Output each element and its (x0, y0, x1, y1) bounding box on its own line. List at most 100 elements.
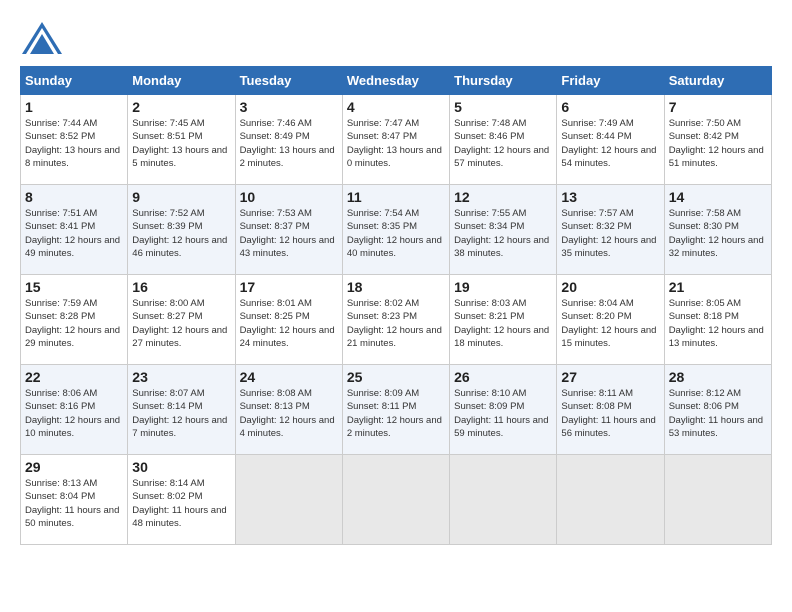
calendar-cell: 3 Sunrise: 7:46 AM Sunset: 8:49 PM Dayli… (235, 95, 342, 185)
calendar-cell: 16 Sunrise: 8:00 AM Sunset: 8:27 PM Dayl… (128, 275, 235, 365)
calendar-cell: 1 Sunrise: 7:44 AM Sunset: 8:52 PM Dayli… (21, 95, 128, 185)
calendar-cell: 19 Sunrise: 8:03 AM Sunset: 8:21 PM Dayl… (450, 275, 557, 365)
day-info: Sunrise: 8:02 AM Sunset: 8:23 PM Dayligh… (347, 297, 445, 350)
calendar-cell: 25 Sunrise: 8:09 AM Sunset: 8:11 PM Dayl… (342, 365, 449, 455)
calendar-cell: 26 Sunrise: 8:10 AM Sunset: 8:09 PM Dayl… (450, 365, 557, 455)
day-number: 11 (347, 189, 445, 205)
day-number: 1 (25, 99, 123, 115)
day-number: 23 (132, 369, 230, 385)
weekday-header-saturday: Saturday (664, 67, 771, 95)
calendar-cell: 29 Sunrise: 8:13 AM Sunset: 8:04 PM Dayl… (21, 455, 128, 545)
day-number: 16 (132, 279, 230, 295)
day-number: 27 (561, 369, 659, 385)
calendar-cell: 9 Sunrise: 7:52 AM Sunset: 8:39 PM Dayli… (128, 185, 235, 275)
calendar-cell: 22 Sunrise: 8:06 AM Sunset: 8:16 PM Dayl… (21, 365, 128, 455)
day-number: 30 (132, 459, 230, 475)
day-number: 12 (454, 189, 552, 205)
calendar-cell (450, 455, 557, 545)
day-number: 25 (347, 369, 445, 385)
day-number: 29 (25, 459, 123, 475)
day-info: Sunrise: 7:50 AM Sunset: 8:42 PM Dayligh… (669, 117, 767, 170)
calendar-cell: 27 Sunrise: 8:11 AM Sunset: 8:08 PM Dayl… (557, 365, 664, 455)
day-number: 4 (347, 99, 445, 115)
day-number: 6 (561, 99, 659, 115)
calendar-cell: 13 Sunrise: 7:57 AM Sunset: 8:32 PM Dayl… (557, 185, 664, 275)
weekday-header-thursday: Thursday (450, 67, 557, 95)
day-number: 7 (669, 99, 767, 115)
calendar-cell: 5 Sunrise: 7:48 AM Sunset: 8:46 PM Dayli… (450, 95, 557, 185)
day-number: 17 (240, 279, 338, 295)
day-info: Sunrise: 7:46 AM Sunset: 8:49 PM Dayligh… (240, 117, 338, 170)
day-info: Sunrise: 7:45 AM Sunset: 8:51 PM Dayligh… (132, 117, 230, 170)
day-info: Sunrise: 8:13 AM Sunset: 8:04 PM Dayligh… (25, 477, 123, 530)
calendar-cell: 18 Sunrise: 8:02 AM Sunset: 8:23 PM Dayl… (342, 275, 449, 365)
day-info: Sunrise: 8:10 AM Sunset: 8:09 PM Dayligh… (454, 387, 552, 440)
calendar-cell: 17 Sunrise: 8:01 AM Sunset: 8:25 PM Dayl… (235, 275, 342, 365)
day-number: 5 (454, 99, 552, 115)
day-info: Sunrise: 8:11 AM Sunset: 8:08 PM Dayligh… (561, 387, 659, 440)
calendar-cell: 23 Sunrise: 8:07 AM Sunset: 8:14 PM Dayl… (128, 365, 235, 455)
day-number: 2 (132, 99, 230, 115)
calendar-cell: 11 Sunrise: 7:54 AM Sunset: 8:35 PM Dayl… (342, 185, 449, 275)
weekday-header-wednesday: Wednesday (342, 67, 449, 95)
calendar-cell (235, 455, 342, 545)
day-number: 15 (25, 279, 123, 295)
calendar-cell: 24 Sunrise: 8:08 AM Sunset: 8:13 PM Dayl… (235, 365, 342, 455)
day-info: Sunrise: 8:06 AM Sunset: 8:16 PM Dayligh… (25, 387, 123, 440)
weekday-header-tuesday: Tuesday (235, 67, 342, 95)
weekday-header-monday: Monday (128, 67, 235, 95)
calendar-cell: 12 Sunrise: 7:55 AM Sunset: 8:34 PM Dayl… (450, 185, 557, 275)
day-number: 21 (669, 279, 767, 295)
day-info: Sunrise: 7:59 AM Sunset: 8:28 PM Dayligh… (25, 297, 123, 350)
day-info: Sunrise: 7:53 AM Sunset: 8:37 PM Dayligh… (240, 207, 338, 260)
day-number: 26 (454, 369, 552, 385)
calendar-cell (664, 455, 771, 545)
day-info: Sunrise: 7:44 AM Sunset: 8:52 PM Dayligh… (25, 117, 123, 170)
calendar-cell: 7 Sunrise: 7:50 AM Sunset: 8:42 PM Dayli… (664, 95, 771, 185)
day-number: 10 (240, 189, 338, 205)
day-info: Sunrise: 7:58 AM Sunset: 8:30 PM Dayligh… (669, 207, 767, 260)
day-number: 19 (454, 279, 552, 295)
day-info: Sunrise: 7:54 AM Sunset: 8:35 PM Dayligh… (347, 207, 445, 260)
calendar-table: SundayMondayTuesdayWednesdayThursdayFrid… (20, 66, 772, 545)
day-number: 18 (347, 279, 445, 295)
day-number: 20 (561, 279, 659, 295)
calendar-cell (342, 455, 449, 545)
day-info: Sunrise: 7:48 AM Sunset: 8:46 PM Dayligh… (454, 117, 552, 170)
day-number: 24 (240, 369, 338, 385)
calendar-cell: 6 Sunrise: 7:49 AM Sunset: 8:44 PM Dayli… (557, 95, 664, 185)
calendar-cell (557, 455, 664, 545)
day-info: Sunrise: 8:14 AM Sunset: 8:02 PM Dayligh… (132, 477, 230, 530)
day-info: Sunrise: 7:55 AM Sunset: 8:34 PM Dayligh… (454, 207, 552, 260)
calendar-cell: 4 Sunrise: 7:47 AM Sunset: 8:47 PM Dayli… (342, 95, 449, 185)
day-info: Sunrise: 7:47 AM Sunset: 8:47 PM Dayligh… (347, 117, 445, 170)
day-info: Sunrise: 8:09 AM Sunset: 8:11 PM Dayligh… (347, 387, 445, 440)
day-info: Sunrise: 8:03 AM Sunset: 8:21 PM Dayligh… (454, 297, 552, 350)
day-number: 8 (25, 189, 123, 205)
calendar-cell: 10 Sunrise: 7:53 AM Sunset: 8:37 PM Dayl… (235, 185, 342, 275)
calendar-cell: 28 Sunrise: 8:12 AM Sunset: 8:06 PM Dayl… (664, 365, 771, 455)
day-number: 28 (669, 369, 767, 385)
day-number: 9 (132, 189, 230, 205)
day-info: Sunrise: 8:12 AM Sunset: 8:06 PM Dayligh… (669, 387, 767, 440)
day-number: 14 (669, 189, 767, 205)
day-info: Sunrise: 8:01 AM Sunset: 8:25 PM Dayligh… (240, 297, 338, 350)
day-info: Sunrise: 8:07 AM Sunset: 8:14 PM Dayligh… (132, 387, 230, 440)
calendar-cell: 8 Sunrise: 7:51 AM Sunset: 8:41 PM Dayli… (21, 185, 128, 275)
day-number: 3 (240, 99, 338, 115)
page-header (20, 20, 772, 56)
calendar-cell: 2 Sunrise: 7:45 AM Sunset: 8:51 PM Dayli… (128, 95, 235, 185)
day-info: Sunrise: 8:00 AM Sunset: 8:27 PM Dayligh… (132, 297, 230, 350)
day-info: Sunrise: 8:08 AM Sunset: 8:13 PM Dayligh… (240, 387, 338, 440)
day-info: Sunrise: 7:51 AM Sunset: 8:41 PM Dayligh… (25, 207, 123, 260)
logo (20, 20, 68, 56)
calendar-cell: 14 Sunrise: 7:58 AM Sunset: 8:30 PM Dayl… (664, 185, 771, 275)
calendar-cell: 20 Sunrise: 8:04 AM Sunset: 8:20 PM Dayl… (557, 275, 664, 365)
calendar-cell: 30 Sunrise: 8:14 AM Sunset: 8:02 PM Dayl… (128, 455, 235, 545)
logo-icon (20, 20, 64, 56)
day-info: Sunrise: 7:49 AM Sunset: 8:44 PM Dayligh… (561, 117, 659, 170)
weekday-header-friday: Friday (557, 67, 664, 95)
calendar-cell: 21 Sunrise: 8:05 AM Sunset: 8:18 PM Dayl… (664, 275, 771, 365)
day-number: 13 (561, 189, 659, 205)
day-info: Sunrise: 7:57 AM Sunset: 8:32 PM Dayligh… (561, 207, 659, 260)
